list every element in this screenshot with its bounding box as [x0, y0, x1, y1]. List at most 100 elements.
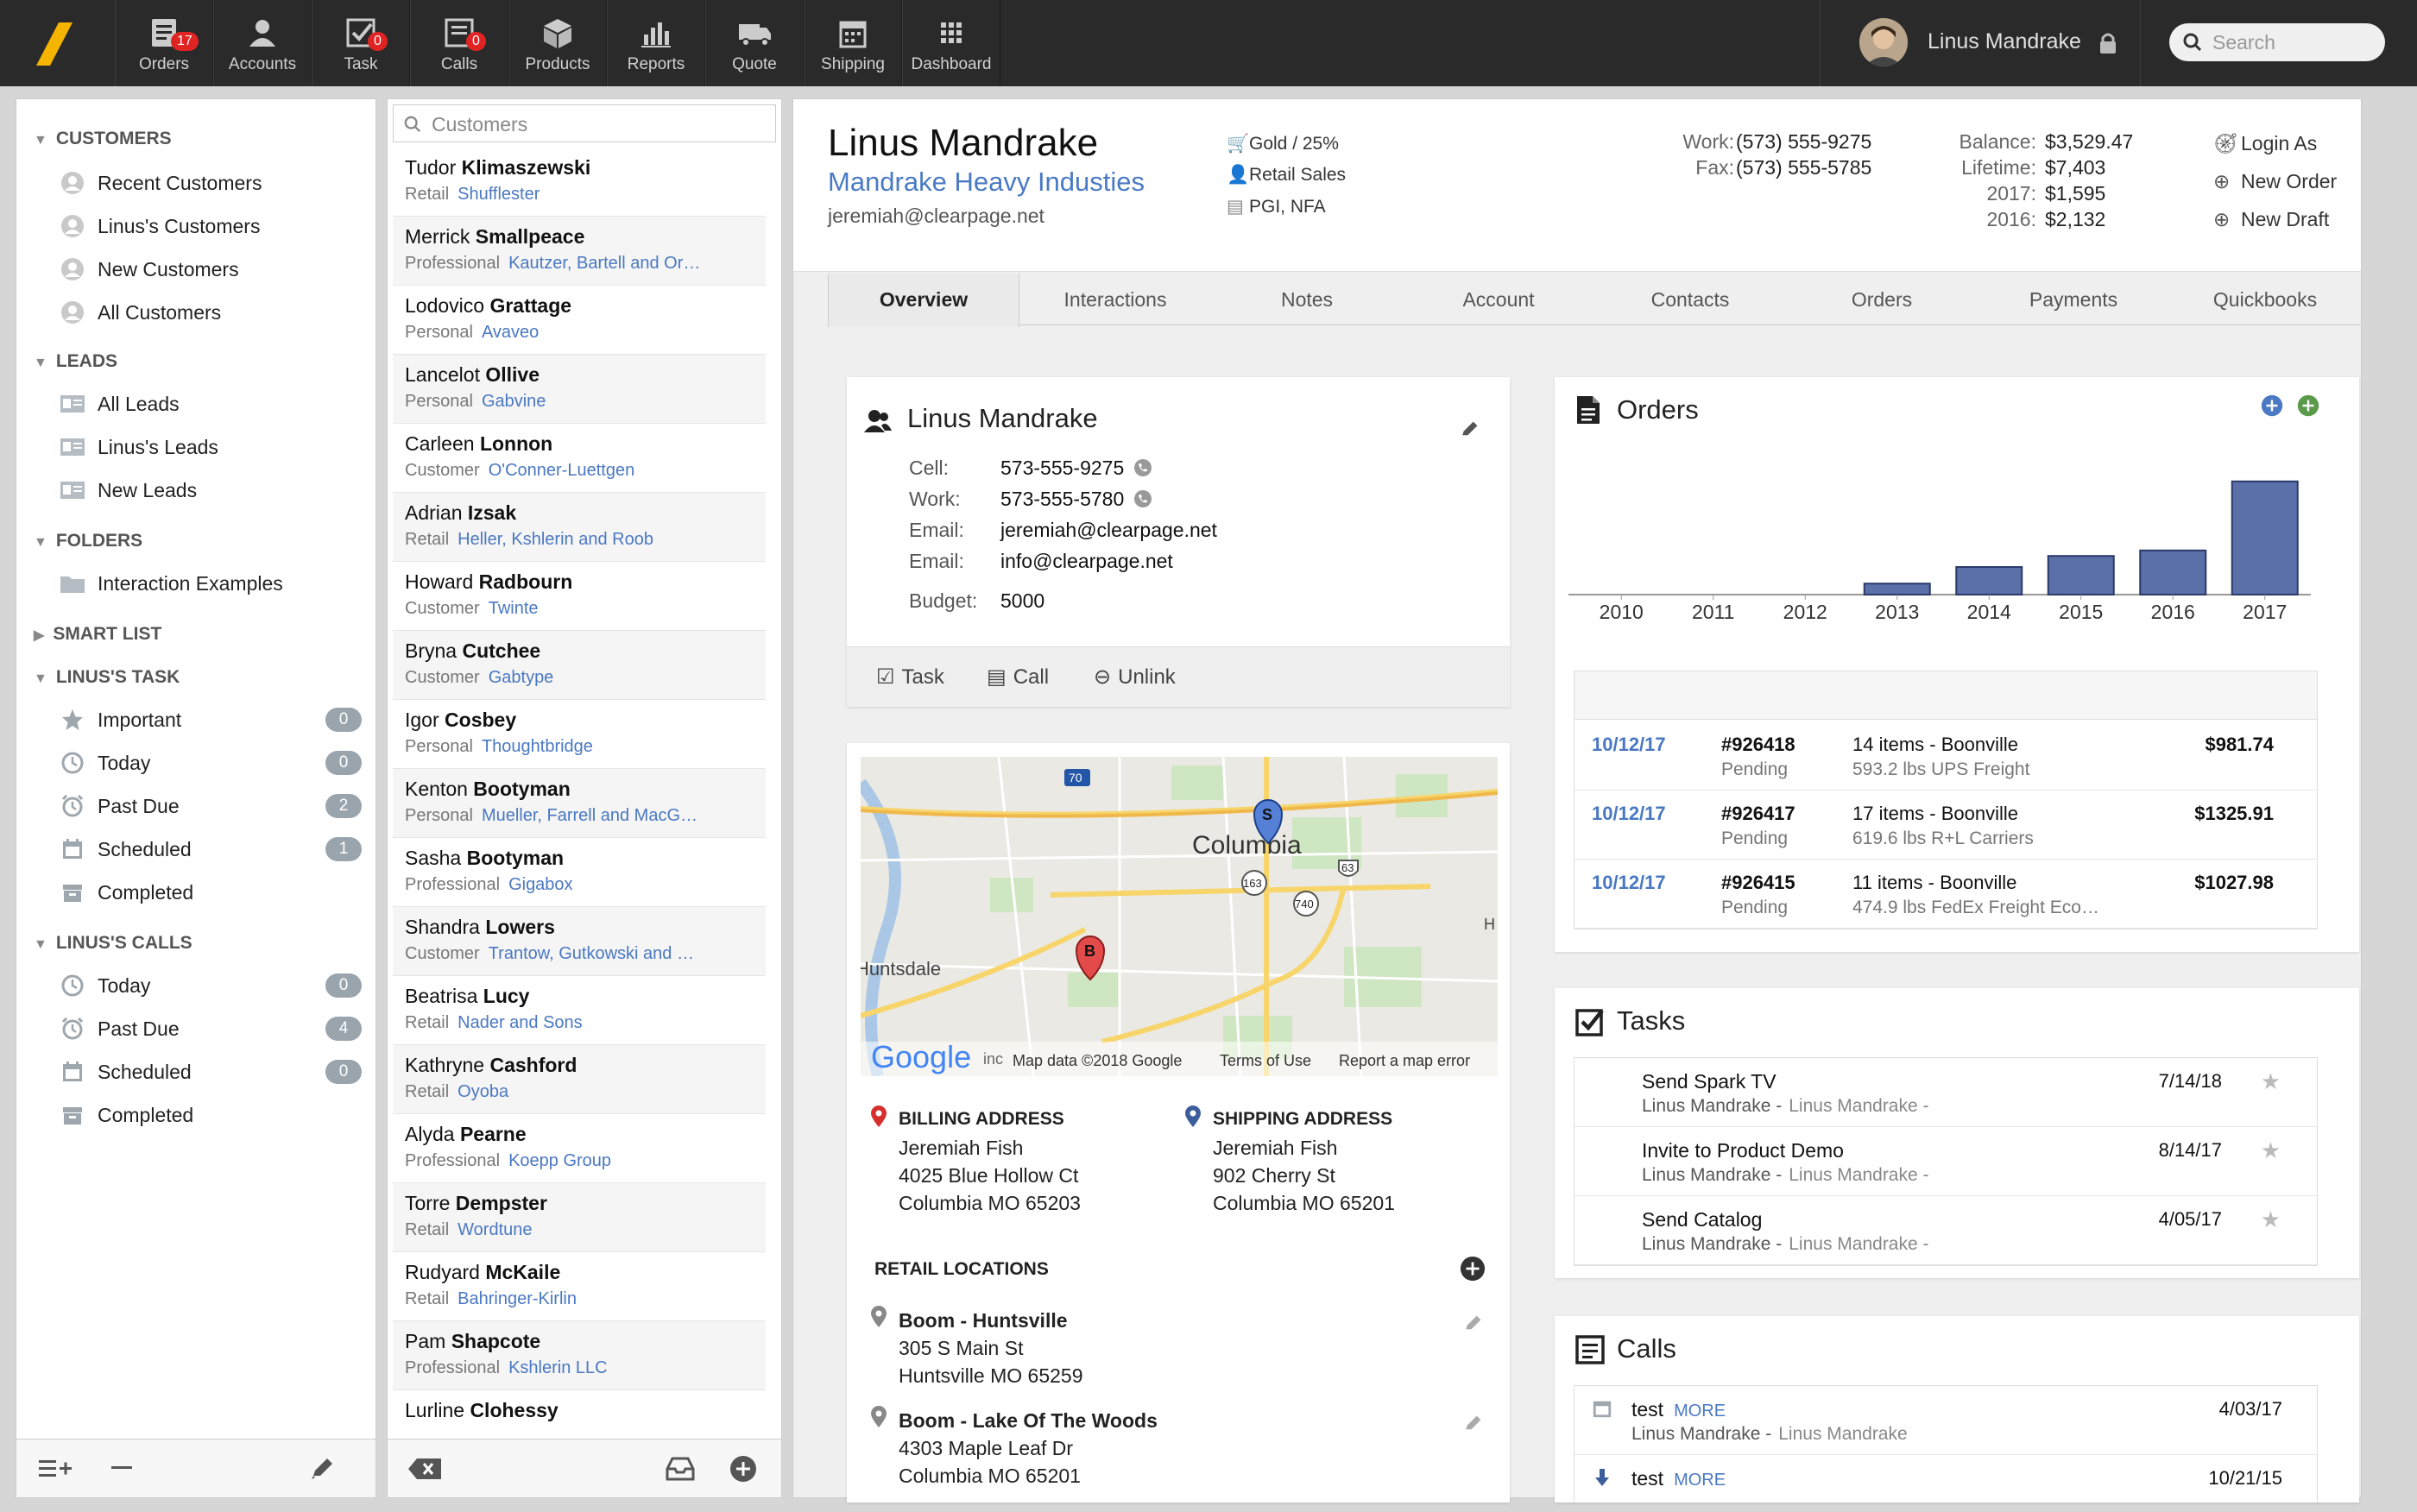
- customer-list-item[interactable]: Merrick Smallpeace Professional Kautzer, B…: [393, 217, 766, 286]
- company-link[interactable]: Nader and Sons: [458, 1013, 583, 1032]
- company-link[interactable]: Mandrake Heavy Industies: [828, 167, 1145, 198]
- nav-orders[interactable]: 17 Orders: [115, 0, 213, 86]
- task-button[interactable]: ☑ Task: [876, 665, 944, 690]
- remove-icon[interactable]: [111, 1466, 132, 1470]
- sidebar-item-calls-scheduled[interactable]: Scheduled 0: [60, 1059, 362, 1085]
- location-map[interactable]: 70 163 740 63 Columbia Huntsdale H S B G…: [861, 757, 1498, 1076]
- tab-account[interactable]: Account: [1403, 274, 1594, 325]
- nav-products[interactable]: Products: [508, 0, 607, 86]
- customer-list-item[interactable]: Kathryne Cashford Retail Oyoba: [393, 1045, 766, 1114]
- app-logo[interactable]: [0, 0, 115, 86]
- sidebar-item-new-customers[interactable]: New Customers: [60, 256, 362, 282]
- nav-reports[interactable]: Reports: [607, 0, 705, 86]
- tab-quickbooks[interactable]: Quickbooks: [2169, 274, 2361, 325]
- add-circle-icon[interactable]: [2297, 394, 2319, 417]
- tab-interactions[interactable]: Interactions: [1019, 274, 1211, 325]
- sidebar-item-new-leads[interactable]: New Leads: [60, 477, 362, 503]
- edit-pencil-icon[interactable]: [1460, 420, 1479, 439]
- edit-pencil-icon[interactable]: [1463, 1314, 1482, 1333]
- edit-pencil-icon[interactable]: [310, 1457, 334, 1481]
- customer-list-item[interactable]: Rudyard McKaile Retail Bahringer-Kirlin: [393, 1252, 766, 1321]
- customer-list-item[interactable]: Tudor Klimaszewski Retail Shufflester: [393, 148, 766, 217]
- sidebar-item-all-leads[interactable]: All Leads: [60, 391, 362, 417]
- new-draft-button[interactable]: ⊕ New Draft: [2213, 208, 2329, 231]
- call-button[interactable]: ▤ Call: [987, 665, 1049, 690]
- customer-list-item[interactable]: Carleen Lonnon Customer O'Conner-Luettgen: [393, 424, 766, 493]
- sidebar-item-calls-past-due[interactable]: Past Due 4: [60, 1016, 362, 1042]
- user-menu[interactable]: Linus Mandrake: [1820, 0, 2141, 86]
- customer-list-item[interactable]: Torre Dempster Retail Wordtune: [393, 1183, 766, 1252]
- add-circle-icon[interactable]: [2261, 394, 2283, 417]
- email-value[interactable]: jeremiah@clearpage.net: [1000, 519, 1217, 542]
- list-item[interactable]: test MORE Linus Mandrake - Linus Mandrake …: [1575, 1386, 2317, 1455]
- tab-payments[interactable]: Payments: [1978, 274, 2169, 325]
- new-order-button[interactable]: ⊕ New Order: [2213, 170, 2337, 193]
- company-link[interactable]: Oyoba: [458, 1082, 508, 1101]
- lock-icon[interactable]: [2098, 31, 2117, 55]
- login-as-button[interactable]: 🧭︎ Login As: [2213, 132, 2317, 155]
- sidebar-item-task-past-due[interactable]: Past Due 2: [60, 793, 362, 819]
- company-link[interactable]: Heller, Kshlerin and Roob: [458, 530, 653, 549]
- customer-email[interactable]: jeremiah@clearpage.net: [828, 205, 1044, 228]
- company-link[interactable]: Bahringer-Kirlin: [458, 1289, 577, 1308]
- nav-accounts[interactable]: Accounts: [213, 0, 312, 86]
- tab-notes[interactable]: Notes: [1211, 274, 1403, 325]
- company-link[interactable]: Mueller, Farrell and MacG…: [482, 806, 697, 825]
- cell-phone[interactable]: 573-555-9275: [1000, 457, 1124, 480]
- company-link[interactable]: Gigabox: [508, 875, 573, 894]
- company-link[interactable]: Koepp Group: [508, 1151, 611, 1170]
- sidebar-item-interaction-examples[interactable]: Interaction Examples: [60, 570, 362, 596]
- add-list-icon[interactable]: [39, 1457, 73, 1481]
- nav-quote[interactable]: Quote: [705, 0, 804, 86]
- smart-list-section-header[interactable]: ▶ SMART LIST: [34, 624, 161, 645]
- customer-list-item[interactable]: Sasha Bootyman Professional Gigabox: [393, 838, 766, 907]
- order-date[interactable]: 10/12/17: [1592, 872, 1666, 894]
- sidebar-item-linus-customers[interactable]: Linus's Customers: [60, 213, 362, 239]
- order-date[interactable]: 10/12/17: [1592, 803, 1666, 825]
- phone-icon[interactable]: [1133, 489, 1152, 508]
- company-link[interactable]: Kautzer, Bartell and Or…: [508, 254, 700, 273]
- table-row[interactable]: 10/12/17 #926415 Pending 11 items - Boonvil…: [1575, 860, 2317, 929]
- company-link[interactable]: Gabtype: [489, 668, 554, 687]
- table-row[interactable]: 10/12/17 #926417 Pending 17 items - Boonvil…: [1575, 791, 2317, 860]
- customer-list-item[interactable]: Shandra Lowers Customer Trantow, Gutkowski…: [393, 907, 766, 976]
- leads-section-header[interactable]: ▼ LEADS: [34, 351, 117, 372]
- nav-shipping[interactable]: Shipping: [804, 0, 902, 86]
- company-link[interactable]: Wordtune: [458, 1220, 532, 1239]
- sidebar-item-recent-customers[interactable]: Recent Customers: [60, 170, 362, 196]
- company-link[interactable]: Gabvine: [482, 392, 546, 411]
- folders-section-header[interactable]: ▼ FOLDERS: [34, 531, 142, 551]
- customer-list-item[interactable]: Lancelot Ollive Personal Gabvine: [393, 355, 766, 424]
- tab-contacts[interactable]: Contacts: [1594, 274, 1786, 325]
- company-link[interactable]: Thoughtbridge: [482, 737, 593, 756]
- sidebar-item-task-important[interactable]: Important 0: [60, 707, 362, 733]
- clear-icon[interactable]: [408, 1458, 441, 1479]
- sidebar-item-task-scheduled[interactable]: Scheduled 1: [60, 836, 362, 862]
- more-link[interactable]: MORE: [1674, 1471, 1726, 1490]
- list-item[interactable]: Send Catalog Linus Mandrake - Linus Mandra…: [1575, 1196, 2317, 1265]
- add-circle-icon[interactable]: [729, 1455, 757, 1483]
- edit-pencil-icon[interactable]: [1463, 1414, 1482, 1433]
- nav-calls[interactable]: 0 Calls: [410, 0, 508, 86]
- company-link[interactable]: O'Conner-Luettgen: [489, 461, 634, 480]
- customers-section-header[interactable]: ▼ CUSTOMERS: [34, 129, 172, 149]
- add-circle-icon[interactable]: [1460, 1256, 1486, 1282]
- star-icon[interactable]: ★: [2261, 1206, 2281, 1233]
- table-row[interactable]: 10/12/17 #926418 Pending 14 items - Boonvil…: [1575, 721, 2317, 791]
- customer-list-item[interactable]: Kenton Bootyman Personal Mueller, Farrell …: [393, 769, 766, 838]
- company-link[interactable]: Kshlerin LLC: [508, 1358, 608, 1377]
- customer-list-item[interactable]: Adrian Izsak Retail Heller, Kshlerin and R…: [393, 493, 766, 562]
- unlink-button[interactable]: ⊖ Unlink: [1094, 665, 1176, 690]
- sidebar-item-calls-completed[interactable]: Completed: [60, 1102, 362, 1128]
- order-date[interactable]: 10/12/17: [1592, 734, 1666, 756]
- star-icon[interactable]: ★: [2261, 1137, 2281, 1164]
- list-item[interactable]: Invite to Product Demo Linus Mandrake - Li…: [1575, 1127, 2317, 1196]
- tab-overview[interactable]: Overview: [828, 274, 1019, 327]
- sidebar-item-all-customers[interactable]: All Customers: [60, 299, 362, 325]
- customer-list-item[interactable]: Beatrisa Lucy Retail Nader and Sons: [393, 976, 766, 1045]
- star-icon[interactable]: ★: [2261, 1068, 2281, 1095]
- customer-list-item[interactable]: Alyda Pearne Professional Koepp Group: [393, 1114, 766, 1183]
- inbox-icon[interactable]: [666, 1457, 695, 1481]
- company-link[interactable]: Shufflester: [458, 185, 540, 204]
- calls-section-header[interactable]: ▼ LINUS'S CALLS: [34, 933, 192, 954]
